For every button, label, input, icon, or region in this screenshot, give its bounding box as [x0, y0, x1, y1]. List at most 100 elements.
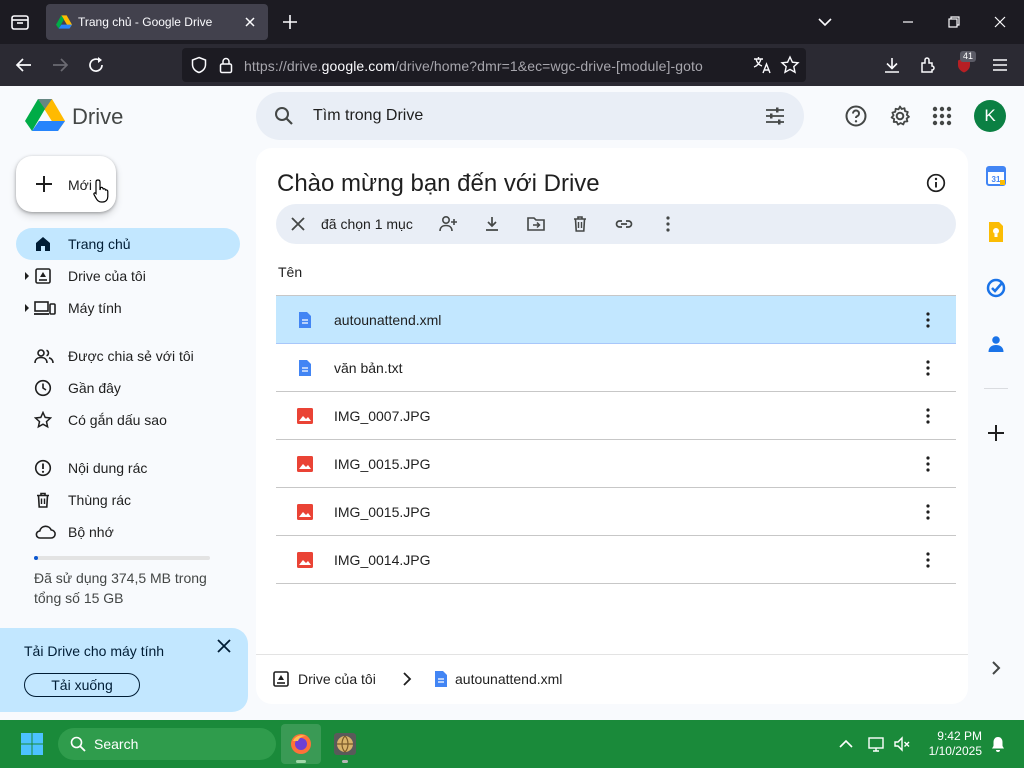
shield-icon[interactable] — [190, 56, 208, 74]
breadcrumb-file[interactable]: autounattend.xml — [455, 671, 562, 687]
app-title[interactable]: Drive — [72, 104, 123, 130]
storage-progress-bar — [34, 556, 210, 560]
home-icon — [36, 237, 50, 251]
url-bar[interactable]: https://drive.google.com/drive/home?dmr=… — [182, 48, 806, 82]
file-row[interactable]: IMG_0015.JPG — [276, 440, 956, 488]
selection-count: đã chọn 1 mục — [321, 216, 413, 232]
more-vertical-icon[interactable] — [920, 310, 936, 330]
search-icon[interactable] — [274, 106, 294, 126]
more-vertical-icon[interactable] — [920, 406, 936, 426]
window-close-icon[interactable] — [990, 12, 1010, 32]
promo-title: Tải Drive cho máy tính — [24, 643, 165, 659]
sidebar-item-shared[interactable]: Được chia sẻ với tôi — [16, 340, 240, 372]
bookmark-star-icon[interactable] — [780, 55, 800, 75]
close-icon[interactable] — [216, 638, 232, 654]
new-button-label: Mới — [68, 177, 92, 193]
sidebar-item-label: Drive của tôi — [68, 268, 146, 284]
link-icon[interactable] — [614, 214, 634, 234]
download-button[interactable]: Tải xuống — [24, 673, 140, 697]
more-vertical-icon[interactable] — [658, 214, 678, 234]
sidebar-item-home[interactable]: Trang chủ — [16, 228, 240, 260]
chevron-right-icon — [403, 672, 412, 686]
network-icon[interactable] — [866, 734, 886, 754]
sidebar-item-recent[interactable]: Gần đây — [16, 372, 240, 404]
forward-arrow-icon[interactable] — [50, 55, 70, 75]
calendar-icon[interactable]: 31 — [984, 164, 1008, 188]
lock-icon[interactable] — [218, 56, 234, 74]
back-arrow-icon[interactable] — [14, 55, 34, 75]
browser-tab-active[interactable]: Trang chủ - Google Drive — [46, 4, 268, 40]
add-addon-plus-icon[interactable] — [984, 421, 1008, 445]
image-file-icon — [297, 456, 313, 472]
file-row[interactable]: autounattend.xml — [276, 296, 956, 344]
url-text[interactable]: https://drive.google.com/drive/home?dmr=… — [244, 58, 703, 74]
file-row[interactable]: IMG_0015.JPG — [276, 488, 956, 536]
active-app-indicator — [296, 760, 306, 763]
extensions-puzzle-icon[interactable] — [918, 55, 938, 75]
storage-progress-fill — [34, 556, 39, 560]
restore-icon[interactable] — [944, 12, 964, 32]
volume-muted-icon[interactable] — [892, 734, 912, 754]
windows-start-icon[interactable] — [20, 732, 44, 756]
sidebar-item-label: Gần đây — [68, 380, 121, 396]
trash-icon[interactable] — [570, 214, 590, 234]
tasks-icon[interactable] — [984, 276, 1008, 300]
expand-arrow-icon[interactable] — [24, 272, 30, 280]
people-icon — [34, 349, 54, 364]
more-vertical-icon[interactable] — [920, 550, 936, 570]
name-column-header[interactable]: Tên — [278, 264, 302, 280]
more-vertical-icon[interactable] — [920, 358, 936, 378]
sidebar-item-spam[interactable]: Nội dung rác — [16, 452, 240, 484]
share-add-person-icon[interactable] — [438, 214, 458, 234]
taskbar-app[interactable] — [325, 724, 365, 764]
menu-hamburger-icon[interactable] — [990, 55, 1010, 75]
file-name: văn bản.txt — [334, 360, 403, 376]
download-icon[interactable] — [882, 55, 902, 75]
info-icon[interactable] — [926, 173, 946, 193]
search-bar[interactable]: Tìm trong Drive — [256, 92, 804, 140]
file-row[interactable]: IMG_0014.JPG — [276, 536, 956, 584]
help-icon[interactable] — [844, 104, 868, 128]
translate-icon[interactable] — [752, 55, 772, 75]
sidebar-item-starred[interactable]: Có gắn dấu sao — [16, 404, 240, 436]
notification-bell-icon[interactable] — [988, 734, 1008, 754]
taskbar-firefox[interactable] — [281, 724, 321, 764]
sidebar-item-storage[interactable]: Bộ nhớ — [16, 516, 240, 548]
download-icon[interactable] — [482, 214, 502, 234]
clear-selection-icon[interactable] — [290, 216, 306, 232]
main-content-panel: Chào mừng bạn đến với Drive đã chọn 1 mụ… — [256, 148, 968, 704]
sidebar-item-my-drive[interactable]: Drive của tôi — [16, 260, 240, 292]
hand-cursor-icon — [93, 179, 109, 203]
tab-close-icon[interactable] — [242, 14, 258, 30]
contacts-icon[interactable] — [984, 332, 1008, 356]
keep-notes-icon[interactable] — [984, 220, 1008, 244]
chevron-up-icon[interactable] — [836, 734, 856, 754]
reload-icon[interactable] — [86, 55, 106, 75]
account-avatar[interactable]: K — [974, 100, 1006, 132]
sidebar-item-computers[interactable]: Máy tính — [16, 292, 240, 324]
more-vertical-icon[interactable] — [920, 454, 936, 474]
my-drive-icon — [35, 268, 51, 284]
chevron-down-icon[interactable] — [816, 14, 834, 30]
new-tab-icon[interactable] — [280, 12, 300, 32]
expand-arrow-icon[interactable] — [24, 304, 30, 312]
apps-grid-icon[interactable] — [930, 104, 954, 128]
tab-list-icon[interactable] — [8, 10, 32, 34]
settings-gear-icon[interactable] — [888, 104, 912, 128]
file-row[interactable]: văn bản.txt — [276, 344, 956, 392]
sidebar-item-trash[interactable]: Thùng rác — [16, 484, 240, 516]
divider — [256, 654, 968, 655]
file-row[interactable]: IMG_0007.JPG — [276, 392, 956, 440]
my-drive-icon — [273, 671, 289, 687]
move-to-folder-icon[interactable] — [526, 214, 546, 234]
image-file-icon — [297, 552, 313, 568]
more-vertical-icon[interactable] — [920, 502, 936, 522]
minimize-icon[interactable] — [898, 12, 918, 32]
google-drive-logo-icon[interactable] — [25, 98, 65, 132]
search-input[interactable]: Tìm trong Drive — [313, 107, 423, 125]
search-options-icon[interactable] — [764, 106, 786, 126]
chevron-right-icon[interactable] — [984, 656, 1008, 680]
system-clock[interactable]: 9:42 PM 1/10/2025 — [920, 729, 982, 759]
breadcrumb-my-drive[interactable]: Drive của tôi — [298, 671, 376, 687]
taskbar-search[interactable]: Search — [58, 728, 276, 760]
